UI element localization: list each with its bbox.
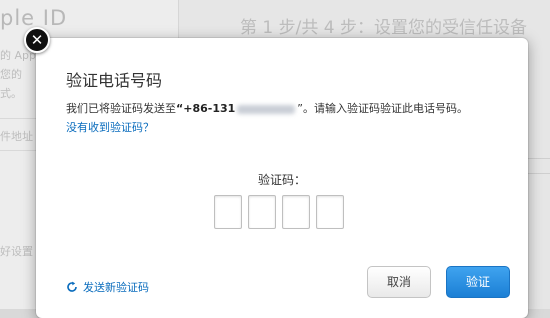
background-text: 件地址: [0, 130, 33, 143]
resend-code-link[interactable]: 发送新验证码: [66, 279, 149, 295]
phone-number: “+86-131: [176, 102, 236, 115]
message-prefix: 我们已将验证码发送至: [66, 102, 176, 115]
sent-message: 我们已将验证码发送至“+86-131 ”。请输入验证码验证此电话号码。: [66, 100, 468, 116]
close-icon[interactable]: ✕: [24, 27, 50, 53]
code-digit-input[interactable]: [248, 195, 276, 229]
message-suffix: ”。请输入验证码验证此电话号码。: [297, 102, 468, 115]
code-label: 验证码：: [257, 173, 306, 187]
step-heading: 第 1 步/共 4 步：设置您的受信任设备: [240, 18, 527, 38]
background-text: 您的: [0, 68, 22, 81]
resend-label: 发送新验证码: [83, 281, 149, 294]
no-code-link[interactable]: 没有收到验证码？: [66, 119, 154, 135]
refresh-icon: [67, 281, 77, 292]
code-digit-input[interactable]: [316, 195, 344, 229]
dialog-title: 验证电话号码: [66, 71, 163, 90]
verify-phone-dialog: 验证电话号码 我们已将验证码发送至“+86-131 ”。请输入验证码验证此电话号码…: [36, 38, 528, 318]
background-text: 式。: [0, 87, 22, 100]
code-digit-input[interactable]: [214, 195, 242, 229]
divider: [528, 173, 550, 174]
redacted-digits: [237, 104, 296, 114]
cancel-button[interactable]: 取消: [367, 266, 431, 298]
code-input-group: [214, 195, 344, 229]
background-text: 好设置: [0, 245, 33, 258]
code-digit-input[interactable]: [282, 195, 310, 229]
divider: [528, 158, 550, 159]
verify-button[interactable]: 验证: [446, 266, 510, 298]
